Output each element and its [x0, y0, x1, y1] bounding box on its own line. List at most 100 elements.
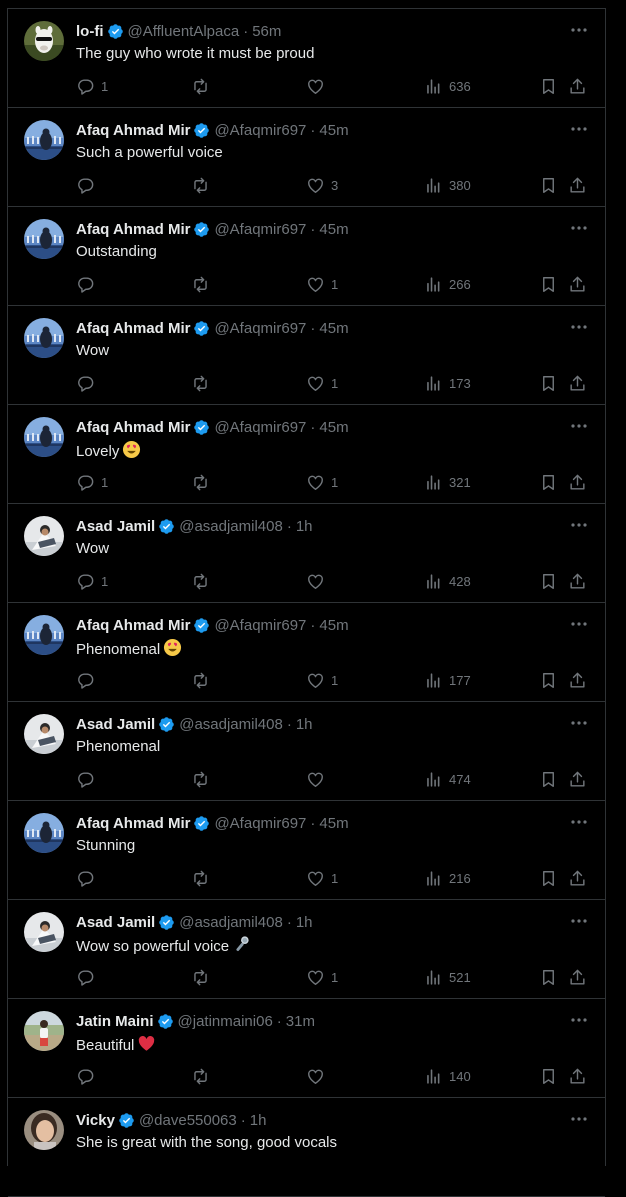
share-button[interactable] — [568, 966, 587, 988]
like-button[interactable] — [306, 75, 331, 97]
avatar[interactable] — [24, 1011, 64, 1051]
username-handle[interactable]: @Afaqmir697 — [214, 122, 306, 139]
like-button[interactable] — [306, 768, 331, 790]
display-name[interactable]: Asad Jamil — [76, 518, 155, 535]
bookmark-button[interactable] — [539, 867, 558, 889]
avatar[interactable] — [24, 318, 64, 358]
like-button[interactable] — [306, 570, 331, 592]
avatar[interactable] — [24, 714, 64, 754]
timestamp[interactable]: 45m — [319, 617, 348, 634]
share-button[interactable] — [568, 1065, 587, 1087]
tweet[interactable]: Jatin Maini @jatinmaini06 · 31m Beautifu… — [8, 999, 605, 1098]
display-name[interactable]: Afaq Ahmad Mir — [76, 419, 190, 436]
username-handle[interactable]: @asadjamil408 — [179, 914, 283, 931]
like-button[interactable] — [306, 1065, 331, 1087]
share-button[interactable] — [568, 867, 587, 889]
username-handle[interactable]: @Afaqmir697 — [214, 221, 306, 238]
views-button[interactable]: 636 — [424, 75, 471, 97]
timestamp[interactable]: 1h — [296, 914, 313, 931]
share-button[interactable] — [568, 273, 587, 295]
username-handle[interactable]: @Afaqmir697 — [214, 617, 306, 634]
avatar[interactable] — [24, 21, 64, 61]
repost-button[interactable] — [191, 1065, 216, 1087]
views-button[interactable]: 521 — [424, 966, 471, 988]
views-button[interactable]: 428 — [424, 570, 471, 592]
reply-button[interactable] — [76, 669, 101, 691]
like-button[interactable]: 3 — [306, 174, 338, 196]
username-handle[interactable]: @Afaqmir697 — [214, 815, 306, 832]
repost-button[interactable] — [191, 867, 216, 889]
reply-button[interactable]: 1 — [76, 75, 108, 97]
bookmark-button[interactable] — [539, 966, 558, 988]
display-name[interactable]: Afaq Ahmad Mir — [76, 815, 190, 832]
views-button[interactable]: 177 — [424, 669, 471, 691]
views-button[interactable]: 140 — [424, 1065, 471, 1087]
share-button[interactable] — [568, 471, 587, 493]
display-name[interactable]: Asad Jamil — [76, 914, 155, 931]
avatar[interactable] — [24, 120, 64, 160]
avatar[interactable] — [24, 417, 64, 457]
display-name[interactable]: lo-fi — [76, 23, 104, 40]
tweet[interactable]: Afaq Ahmad Mir @Afaqmir697 · 45m Such a … — [8, 108, 605, 207]
repost-button[interactable] — [191, 372, 216, 394]
reply-button[interactable] — [76, 768, 101, 790]
display-name[interactable]: Afaq Ahmad Mir — [76, 122, 190, 139]
share-button[interactable] — [568, 669, 587, 691]
repost-button[interactable] — [191, 669, 216, 691]
avatar[interactable] — [24, 516, 64, 556]
repost-button[interactable] — [191, 768, 216, 790]
timestamp[interactable]: 45m — [319, 815, 348, 832]
timestamp[interactable]: 45m — [319, 320, 348, 337]
views-button[interactable]: 380 — [424, 174, 471, 196]
repost-button[interactable] — [191, 966, 216, 988]
reply-button[interactable]: 1 — [76, 570, 108, 592]
bookmark-button[interactable] — [539, 471, 558, 493]
like-button[interactable]: 1 — [306, 669, 338, 691]
views-button[interactable]: 216 — [424, 867, 471, 889]
tweet[interactable]: Asad Jamil @asadjamil408 · 1h Wow 1 428 — [8, 504, 605, 603]
avatar[interactable] — [24, 219, 64, 259]
display-name[interactable]: Jatin Maini — [76, 1013, 154, 1030]
reply-button[interactable] — [76, 966, 101, 988]
username-handle[interactable]: @AffluentAlpaca — [128, 23, 240, 40]
more-options-icon[interactable] — [569, 319, 589, 335]
timestamp[interactable]: 45m — [319, 221, 348, 238]
display-name[interactable]: Afaq Ahmad Mir — [76, 320, 190, 337]
avatar[interactable] — [24, 813, 64, 853]
bookmark-button[interactable] — [539, 75, 558, 97]
avatar[interactable] — [24, 912, 64, 952]
more-options-icon[interactable] — [569, 418, 589, 434]
reply-button[interactable] — [76, 372, 101, 394]
share-button[interactable] — [568, 768, 587, 790]
tweet[interactable]: lo-fi @AffluentAlpaca · 56m The guy who … — [8, 9, 605, 108]
reply-button[interactable]: 1 — [76, 471, 108, 493]
like-button[interactable]: 1 — [306, 372, 338, 394]
tweet[interactable]: Afaq Ahmad Mir @Afaqmir697 · 45m Outstan… — [8, 207, 605, 306]
bookmark-button[interactable] — [539, 273, 558, 295]
repost-button[interactable] — [191, 174, 216, 196]
reply-button[interactable] — [76, 174, 101, 196]
tweet[interactable]: Asad Jamil @asadjamil408 · 1h Phenomenal — [8, 702, 605, 801]
reply-button[interactable] — [76, 1065, 101, 1087]
tweet[interactable]: Afaq Ahmad Mir @Afaqmir697 · 45m Lovely … — [8, 405, 605, 504]
bookmark-button[interactable] — [539, 669, 558, 691]
display-name[interactable]: Vicky — [76, 1112, 115, 1129]
share-button[interactable] — [568, 75, 587, 97]
timestamp[interactable]: 56m — [252, 23, 281, 40]
bookmark-button[interactable] — [539, 174, 558, 196]
like-button[interactable]: 1 — [306, 867, 338, 889]
username-handle[interactable]: @asadjamil408 — [179, 518, 283, 535]
like-button[interactable]: 1 — [306, 966, 338, 988]
repost-button[interactable] — [191, 273, 216, 295]
tweet[interactable]: Afaq Ahmad Mir @Afaqmir697 · 45m Wow 1 1… — [8, 306, 605, 405]
views-button[interactable]: 321 — [424, 471, 471, 493]
more-options-icon[interactable] — [569, 1012, 589, 1028]
username-handle[interactable]: @Afaqmir697 — [214, 419, 306, 436]
tweet[interactable]: Afaq Ahmad Mir @Afaqmir697 · 45m Phenome… — [8, 603, 605, 702]
timestamp[interactable]: 1h — [250, 1112, 267, 1129]
reply-button[interactable] — [76, 867, 101, 889]
more-options-icon[interactable] — [569, 517, 589, 533]
like-button[interactable]: 1 — [306, 471, 338, 493]
display-name[interactable]: Asad Jamil — [76, 716, 155, 733]
timestamp[interactable]: 1h — [296, 518, 313, 535]
